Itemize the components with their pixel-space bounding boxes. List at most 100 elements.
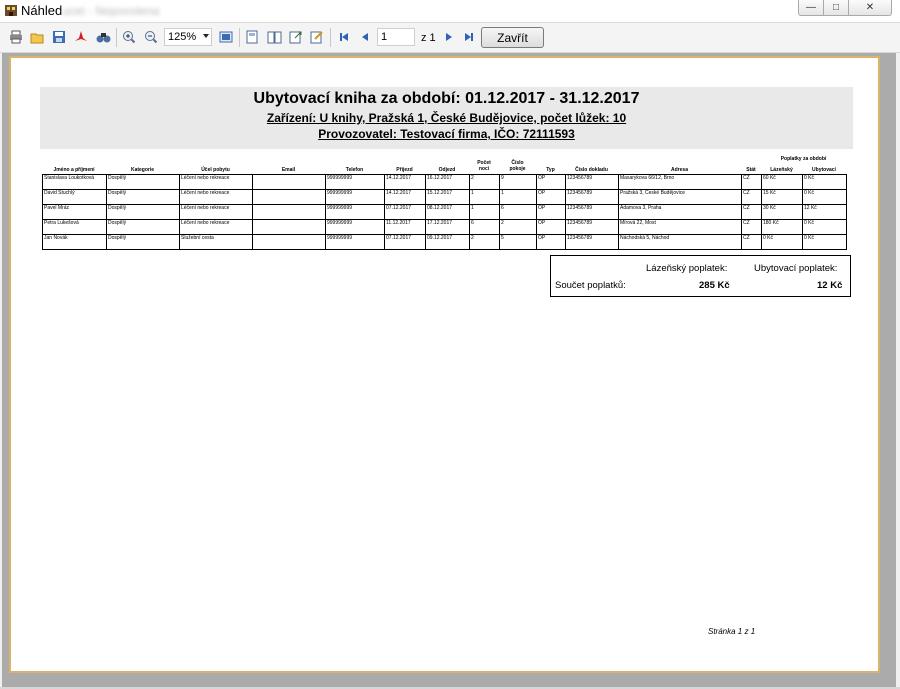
first-page-icon[interactable] (336, 29, 352, 45)
table-cell (252, 189, 326, 205)
page-number-input[interactable]: 1 (377, 28, 415, 46)
save-icon[interactable] (51, 29, 67, 45)
table-cell: 6 (469, 219, 500, 235)
table-cell: 6 (499, 204, 537, 220)
table-cell: 123456789 (565, 219, 619, 235)
column-header: Odjezd (438, 167, 456, 173)
table-cell: 14.12.2017 (384, 189, 426, 205)
table-cell: 999999999 (325, 174, 385, 190)
toolbar-separator (239, 28, 240, 47)
settings-icon[interactable] (309, 29, 325, 45)
table-cell: 999999999 (325, 234, 385, 250)
table-cell: Mírová 22, Most (618, 219, 742, 235)
table-cell: Léčení nebo rekreace (179, 189, 253, 205)
column-header: Lázeňský (770, 167, 793, 173)
table-cell: Jan Novák (42, 234, 107, 250)
table-cell: 09.12.2017 (425, 234, 470, 250)
table-cell: OP (536, 189, 566, 205)
column-header: Kategorie (130, 167, 155, 173)
find-icon[interactable] (95, 29, 111, 45)
table-cell: 07.12.2017 (384, 234, 426, 250)
table-cell: 1 (499, 189, 537, 205)
page-count: z 1 (421, 32, 436, 44)
table-cell: 0 Kč (802, 219, 847, 235)
table-row: Pavel Mráz Dospělý Léčení nebo rekreace 999… (42, 204, 847, 220)
report-header: Ubytovací kniha za období: 01.12.2017 - … (40, 87, 853, 149)
column-header: Počet nocí (477, 160, 491, 172)
two-page-icon[interactable] (266, 29, 282, 45)
table-cell: 17.12.2017 (425, 219, 470, 235)
toolbar-separator (330, 28, 331, 47)
column-header: Číslo pokoje (509, 160, 526, 172)
close-window-button[interactable]: ✕ (849, 0, 892, 16)
column-header: Email (281, 167, 296, 173)
column-header: Telefon (345, 167, 364, 173)
spa-fee-total: 285 Kč (699, 280, 730, 291)
table-cell: OP (536, 219, 566, 235)
table-cell: David Stuchlý (42, 189, 107, 205)
pdf-icon[interactable] (73, 29, 89, 45)
table-cell: Dospělý (106, 219, 180, 235)
table-cell: 0 Kč (761, 234, 803, 250)
table-cell: CZ (741, 174, 762, 190)
zoom-out-icon[interactable] (143, 29, 159, 45)
print-icon[interactable] (8, 29, 24, 45)
table-cell: Pražská 3, České Budějovice (618, 189, 742, 205)
zoom-fit-icon[interactable] (218, 29, 234, 45)
table-cell: 999999999 (325, 219, 385, 235)
close-button[interactable]: Zavřít (481, 27, 544, 48)
lodging-fee-label: Ubytovací poplatek: (754, 263, 838, 274)
table-cell: Služební cesta (179, 234, 253, 250)
title-bar: Náhled ucet - Nepovolena — □ ✕ (0, 0, 900, 23)
table-cell: Dospělý (106, 204, 180, 220)
table-cell (252, 174, 326, 190)
table-cell: 0 Kč (802, 189, 847, 205)
table-cell: 9 (499, 174, 537, 190)
table-cell: 60 Kč (761, 174, 803, 190)
maximize-button[interactable]: □ (824, 0, 849, 16)
table-cell: 5 (499, 234, 537, 250)
column-header: Ubytovací (812, 167, 836, 173)
table-cell: CZ (741, 234, 762, 250)
previous-page-icon[interactable] (357, 29, 373, 45)
table-cell: 15.12.2017 (425, 189, 470, 205)
table-cell: 180 Kč (761, 219, 803, 235)
table-cell: 12 Kč (802, 204, 847, 220)
last-page-icon[interactable] (461, 29, 477, 45)
single-page-icon[interactable] (244, 29, 260, 45)
zoom-in-icon[interactable] (121, 29, 137, 45)
open-icon[interactable] (29, 29, 45, 45)
next-page-icon[interactable] (441, 29, 457, 45)
minimize-button[interactable]: — (798, 0, 824, 16)
fee-summary: Lázeňský poplatek: Ubytovací poplatek: S… (550, 255, 851, 297)
table-cell: CZ (741, 219, 762, 235)
export-icon[interactable] (288, 29, 304, 45)
column-header: Adresa (671, 167, 688, 173)
lodging-fee-total: 12 Kč (817, 280, 843, 291)
table-cell: 30 Kč (761, 204, 803, 220)
page-number-footer: Stránka 1 z 1 (708, 627, 756, 636)
zoom-select[interactable]: 125% (164, 28, 212, 46)
table-cell: OP (536, 204, 566, 220)
report-title: Ubytovací kniha za období: 01.12.2017 - … (253, 90, 640, 107)
table-row: Jan Novák Dospělý Služební cesta 999999999 0… (42, 234, 847, 250)
table-cell: 08.12.2017 (425, 204, 470, 220)
column-header: Číslo dokladu (575, 167, 608, 173)
spa-fee-label: Lázeňský poplatek: (646, 263, 728, 274)
operator-line: Provozovatel: Testovací firma, IČO: 7211… (318, 127, 575, 141)
preview-area[interactable]: Ubytovací kniha za období: 01.12.2017 - … (2, 53, 896, 687)
zoom-value: 125% (168, 31, 197, 43)
chevron-down-icon (203, 34, 209, 38)
table-cell: 07.12.2017 (384, 204, 426, 220)
table-cell: 999999999 (325, 189, 385, 205)
column-header: Účel pobytu (201, 167, 230, 173)
table-row: David Stuchlý Dospělý Léčení nebo rekreace… (42, 189, 847, 205)
table-cell: 2 (469, 174, 500, 190)
table-cell: Pavel Mráz (42, 204, 107, 220)
table-cell: Léčení nebo rekreace (179, 219, 253, 235)
table-cell: Léčení nebo rekreace (179, 174, 253, 190)
table-cell: 15 Kč (761, 189, 803, 205)
table-cell: 123456789 (565, 189, 619, 205)
table-cell: 1 (469, 204, 500, 220)
fees-group-header: Poplatky za období (780, 156, 827, 162)
